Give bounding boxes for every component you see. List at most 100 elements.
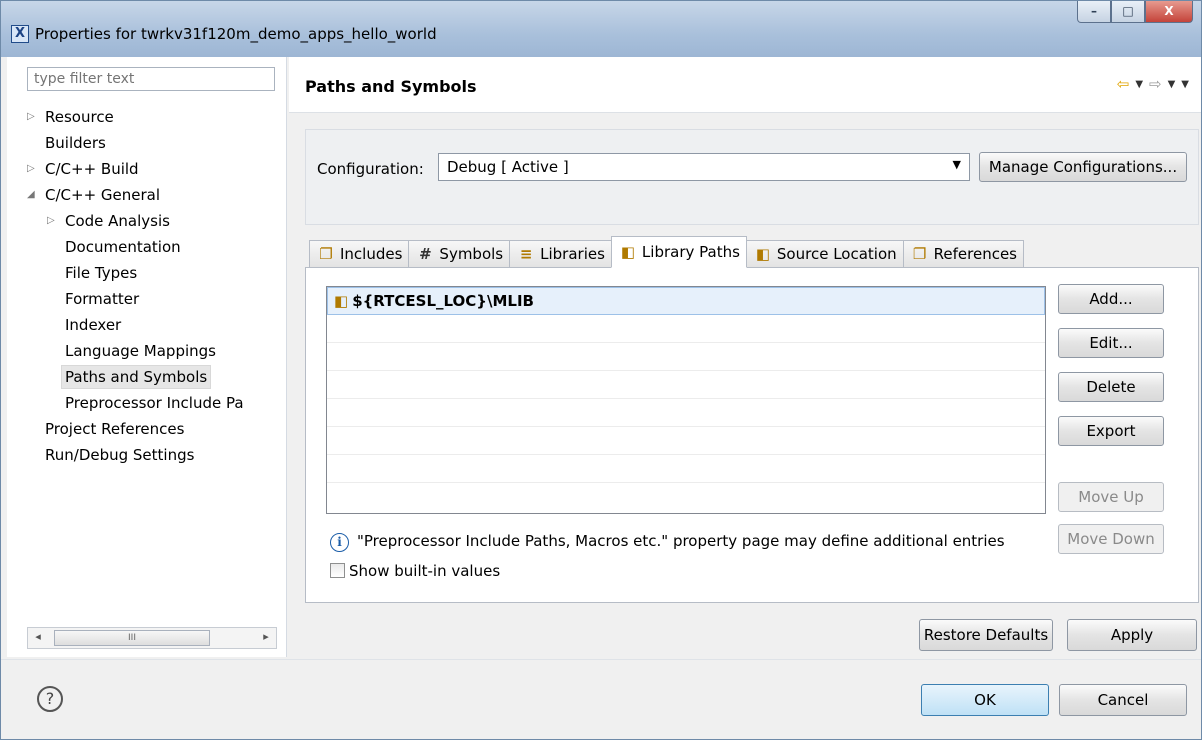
tree-item-cpp-build[interactable]: ▷ C/C++ Build xyxy=(27,157,279,183)
back-arrow-icon[interactable]: ⇦ xyxy=(1117,75,1130,95)
configuration-value: Debug [ Active ] xyxy=(447,158,569,176)
tree-item-label: Preprocessor Include Pa xyxy=(65,394,244,412)
configuration-label: Configuration: xyxy=(317,160,424,178)
tree-item-language-mappings[interactable]: Language Mappings xyxy=(27,339,279,365)
export-button[interactable]: Export xyxy=(1058,416,1164,446)
library-paths-list[interactable]: ◧ ${RTCESL_LOC}\MLIB xyxy=(326,286,1046,514)
tree-item-label: Resource xyxy=(45,108,114,126)
info-icon: i xyxy=(330,533,349,552)
manage-configurations-button[interactable]: Manage Configurations... xyxy=(979,152,1187,182)
maximize-button[interactable]: □ xyxy=(1111,1,1145,23)
dialog-footer: ? OK Cancel xyxy=(1,659,1201,739)
tree-item-documentation[interactable]: Documentation xyxy=(27,235,279,261)
close-button[interactable]: X xyxy=(1145,1,1193,23)
filter-input[interactable] xyxy=(27,67,275,91)
tree-item-label: Project References xyxy=(45,420,185,438)
right-pane: Paths and Symbols ⇦ ▼ ⇨ ▼ ▼ Configuratio… xyxy=(289,57,1201,657)
configuration-select[interactable]: Debug [ Active ] ▼ xyxy=(438,153,970,181)
tree-item-label: Language Mappings xyxy=(65,342,216,360)
tab-source-location[interactable]: ◧ Source Location xyxy=(745,240,904,268)
tab-label: Library Paths xyxy=(641,243,740,261)
empty-row xyxy=(327,343,1045,371)
horizontal-scrollbar[interactable]: ◂ III ▸ xyxy=(27,627,277,649)
minimize-button[interactable]: – xyxy=(1077,1,1111,23)
tree-item-file-types[interactable]: File Types xyxy=(27,261,279,287)
forward-dropdown-icon[interactable]: ▼ xyxy=(1168,75,1176,95)
libraries-icon: ≡ xyxy=(519,245,533,263)
cancel-button[interactable]: Cancel xyxy=(1059,684,1187,716)
tree-item-label: Documentation xyxy=(65,238,181,256)
tab-references[interactable]: ❐ References xyxy=(902,240,1024,268)
window-controls: – □ X xyxy=(1077,1,1193,23)
tree-item-resource[interactable]: ▷ Resource xyxy=(27,105,279,131)
expand-icon[interactable]: ▷ xyxy=(47,209,59,233)
tree-item-label: File Types xyxy=(65,264,138,282)
title-bar[interactable]: X Properties for twrkv31f120m_demo_apps_… xyxy=(1,1,1201,57)
tab-label: Libraries xyxy=(540,245,605,263)
tree-item-label: Code Analysis xyxy=(65,212,170,230)
list-item[interactable]: ◧ ${RTCESL_LOC}\MLIB xyxy=(327,287,1045,315)
expand-icon[interactable]: ▷ xyxy=(27,105,39,129)
window-title: Properties for twrkv31f120m_demo_apps_he… xyxy=(35,25,437,43)
ok-button[interactable]: OK xyxy=(921,684,1049,716)
edit-button[interactable]: Edit... xyxy=(1058,328,1164,358)
references-icon: ❐ xyxy=(912,245,927,263)
hash-icon: # xyxy=(419,245,432,263)
expand-icon[interactable]: ▷ xyxy=(27,157,39,181)
page-header: Paths and Symbols ⇦ ▼ ⇨ ▼ ▼ xyxy=(289,57,1201,113)
tree-item-label: Formatter xyxy=(65,290,140,308)
tab-label: References xyxy=(933,245,1017,263)
list-item-label: ${RTCESL_LOC}\MLIB xyxy=(352,292,534,310)
delete-button[interactable]: Delete xyxy=(1058,372,1164,402)
tree-item-cpp-general[interactable]: ◢ C/C++ General xyxy=(27,183,279,209)
info-message: i "Preprocessor Include Paths, Macros etc… xyxy=(330,532,1005,552)
tab-label: Includes xyxy=(340,245,403,263)
tree-item-preprocessor-include[interactable]: Preprocessor Include Pa xyxy=(27,391,279,417)
tab-symbols[interactable]: # Symbols xyxy=(408,240,511,268)
scroll-left-icon[interactable]: ◂ xyxy=(30,630,46,643)
tree-item-code-analysis[interactable]: ▷ Code Analysis xyxy=(27,209,279,235)
forward-arrow-icon[interactable]: ⇨ xyxy=(1149,75,1162,95)
app-icon: X xyxy=(11,25,29,43)
tab-library-paths[interactable]: ◧ Library Paths xyxy=(610,236,747,268)
add-button[interactable]: Add... xyxy=(1058,284,1164,314)
tree-item-label: Indexer xyxy=(65,316,122,334)
includes-icon: ❐ xyxy=(319,245,333,263)
folder-icon: ◧ xyxy=(620,243,636,261)
left-pane: ▷ Resource Builders ▷ C/C++ Build ◢ C/C+… xyxy=(7,57,287,657)
tree-item-formatter[interactable]: Formatter xyxy=(27,287,279,313)
tree-item-label: C/C++ General xyxy=(45,186,161,204)
tree-item-label: C/C++ Build xyxy=(45,160,139,178)
tree-item-project-references[interactable]: Project References xyxy=(27,417,279,443)
show-builtin-checkbox[interactable]: Show built-in values xyxy=(330,562,500,580)
move-down-button[interactable]: Move Down xyxy=(1058,524,1164,554)
properties-dialog: X Properties for twrkv31f120m_demo_apps_… xyxy=(0,0,1202,740)
tab-bar: ❐ Includes # Symbols ≡ Libraries ◧ Library P… xyxy=(309,236,1024,268)
tree-item-run-debug-settings[interactable]: Run/Debug Settings xyxy=(27,443,279,469)
checkbox-label: Show built-in values xyxy=(349,562,501,580)
tab-libraries[interactable]: ≡ Libraries xyxy=(509,240,612,268)
checkbox-icon[interactable] xyxy=(330,563,345,578)
scroll-thumb[interactable]: III xyxy=(54,630,210,646)
dialog-content: ▷ Resource Builders ▷ C/C++ Build ◢ C/C+… xyxy=(1,57,1201,659)
tree-item-label: Paths and Symbols xyxy=(61,365,212,389)
view-menu-icon[interactable]: ▼ xyxy=(1181,75,1189,95)
tab-includes[interactable]: ❐ Includes xyxy=(309,240,410,268)
library-paths-panel: ◧ ${RTCESL_LOC}\MLIB Add... Edit... Delet… xyxy=(305,267,1199,603)
apply-button[interactable]: Apply xyxy=(1067,619,1197,651)
tree-item-indexer[interactable]: Indexer xyxy=(27,313,279,339)
chevron-down-icon: ▼ xyxy=(952,158,961,171)
back-dropdown-icon[interactable]: ▼ xyxy=(1135,75,1143,95)
info-text: "Preprocessor Include Paths, Macros etc.… xyxy=(357,532,1005,550)
empty-row xyxy=(327,483,1045,511)
restore-defaults-button[interactable]: Restore Defaults xyxy=(919,619,1053,651)
tree-item-paths-and-symbols[interactable]: Paths and Symbols xyxy=(27,365,279,391)
source-folder-icon: ◧ xyxy=(755,245,770,263)
page-title: Paths and Symbols xyxy=(305,77,477,96)
tab-label: Symbols xyxy=(439,245,504,263)
scroll-right-icon[interactable]: ▸ xyxy=(258,630,274,643)
tree-item-builders[interactable]: Builders xyxy=(27,131,279,157)
collapse-icon[interactable]: ◢ xyxy=(27,183,39,207)
move-up-button[interactable]: Move Up xyxy=(1058,482,1164,512)
help-icon[interactable]: ? xyxy=(37,686,63,712)
